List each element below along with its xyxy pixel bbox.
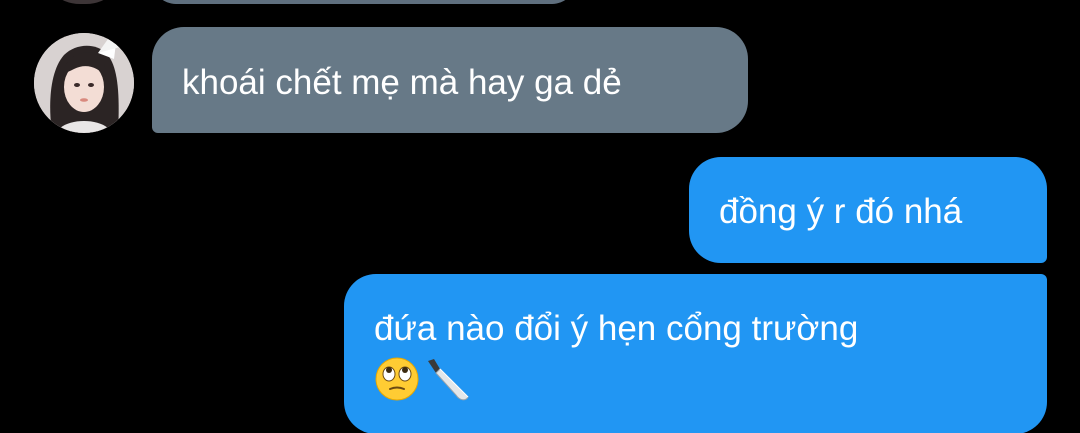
kitchen-knife-icon <box>428 359 469 401</box>
previous-avatar[interactable] <box>40 0 126 4</box>
avatar[interactable] <box>34 33 134 133</box>
message-text: đồng ý r đó nhá <box>719 192 963 231</box>
previous-message-bubble[interactable] <box>152 0 576 4</box>
avatar-photo <box>34 33 134 133</box>
outgoing-message-bubble[interactable]: đứa nào đổi ý hẹn cổng trường <box>344 274 1047 433</box>
face-with-rolling-eyes-icon <box>375 357 419 401</box>
message-text: khoái chết mẹ mà hay ga dẻ <box>182 63 622 102</box>
chat-thread: khoái chết mẹ mà hay ga dẻ đồng ý r đó n… <box>0 0 1080 433</box>
emoji-row <box>374 355 1047 403</box>
outgoing-message-bubble[interactable]: đồng ý r đó nhá <box>689 157 1047 263</box>
message-text: đứa nào đổi ý hẹn cổng trường <box>374 309 859 348</box>
incoming-message-bubble[interactable]: khoái chết mẹ mà hay ga dẻ <box>152 27 748 133</box>
